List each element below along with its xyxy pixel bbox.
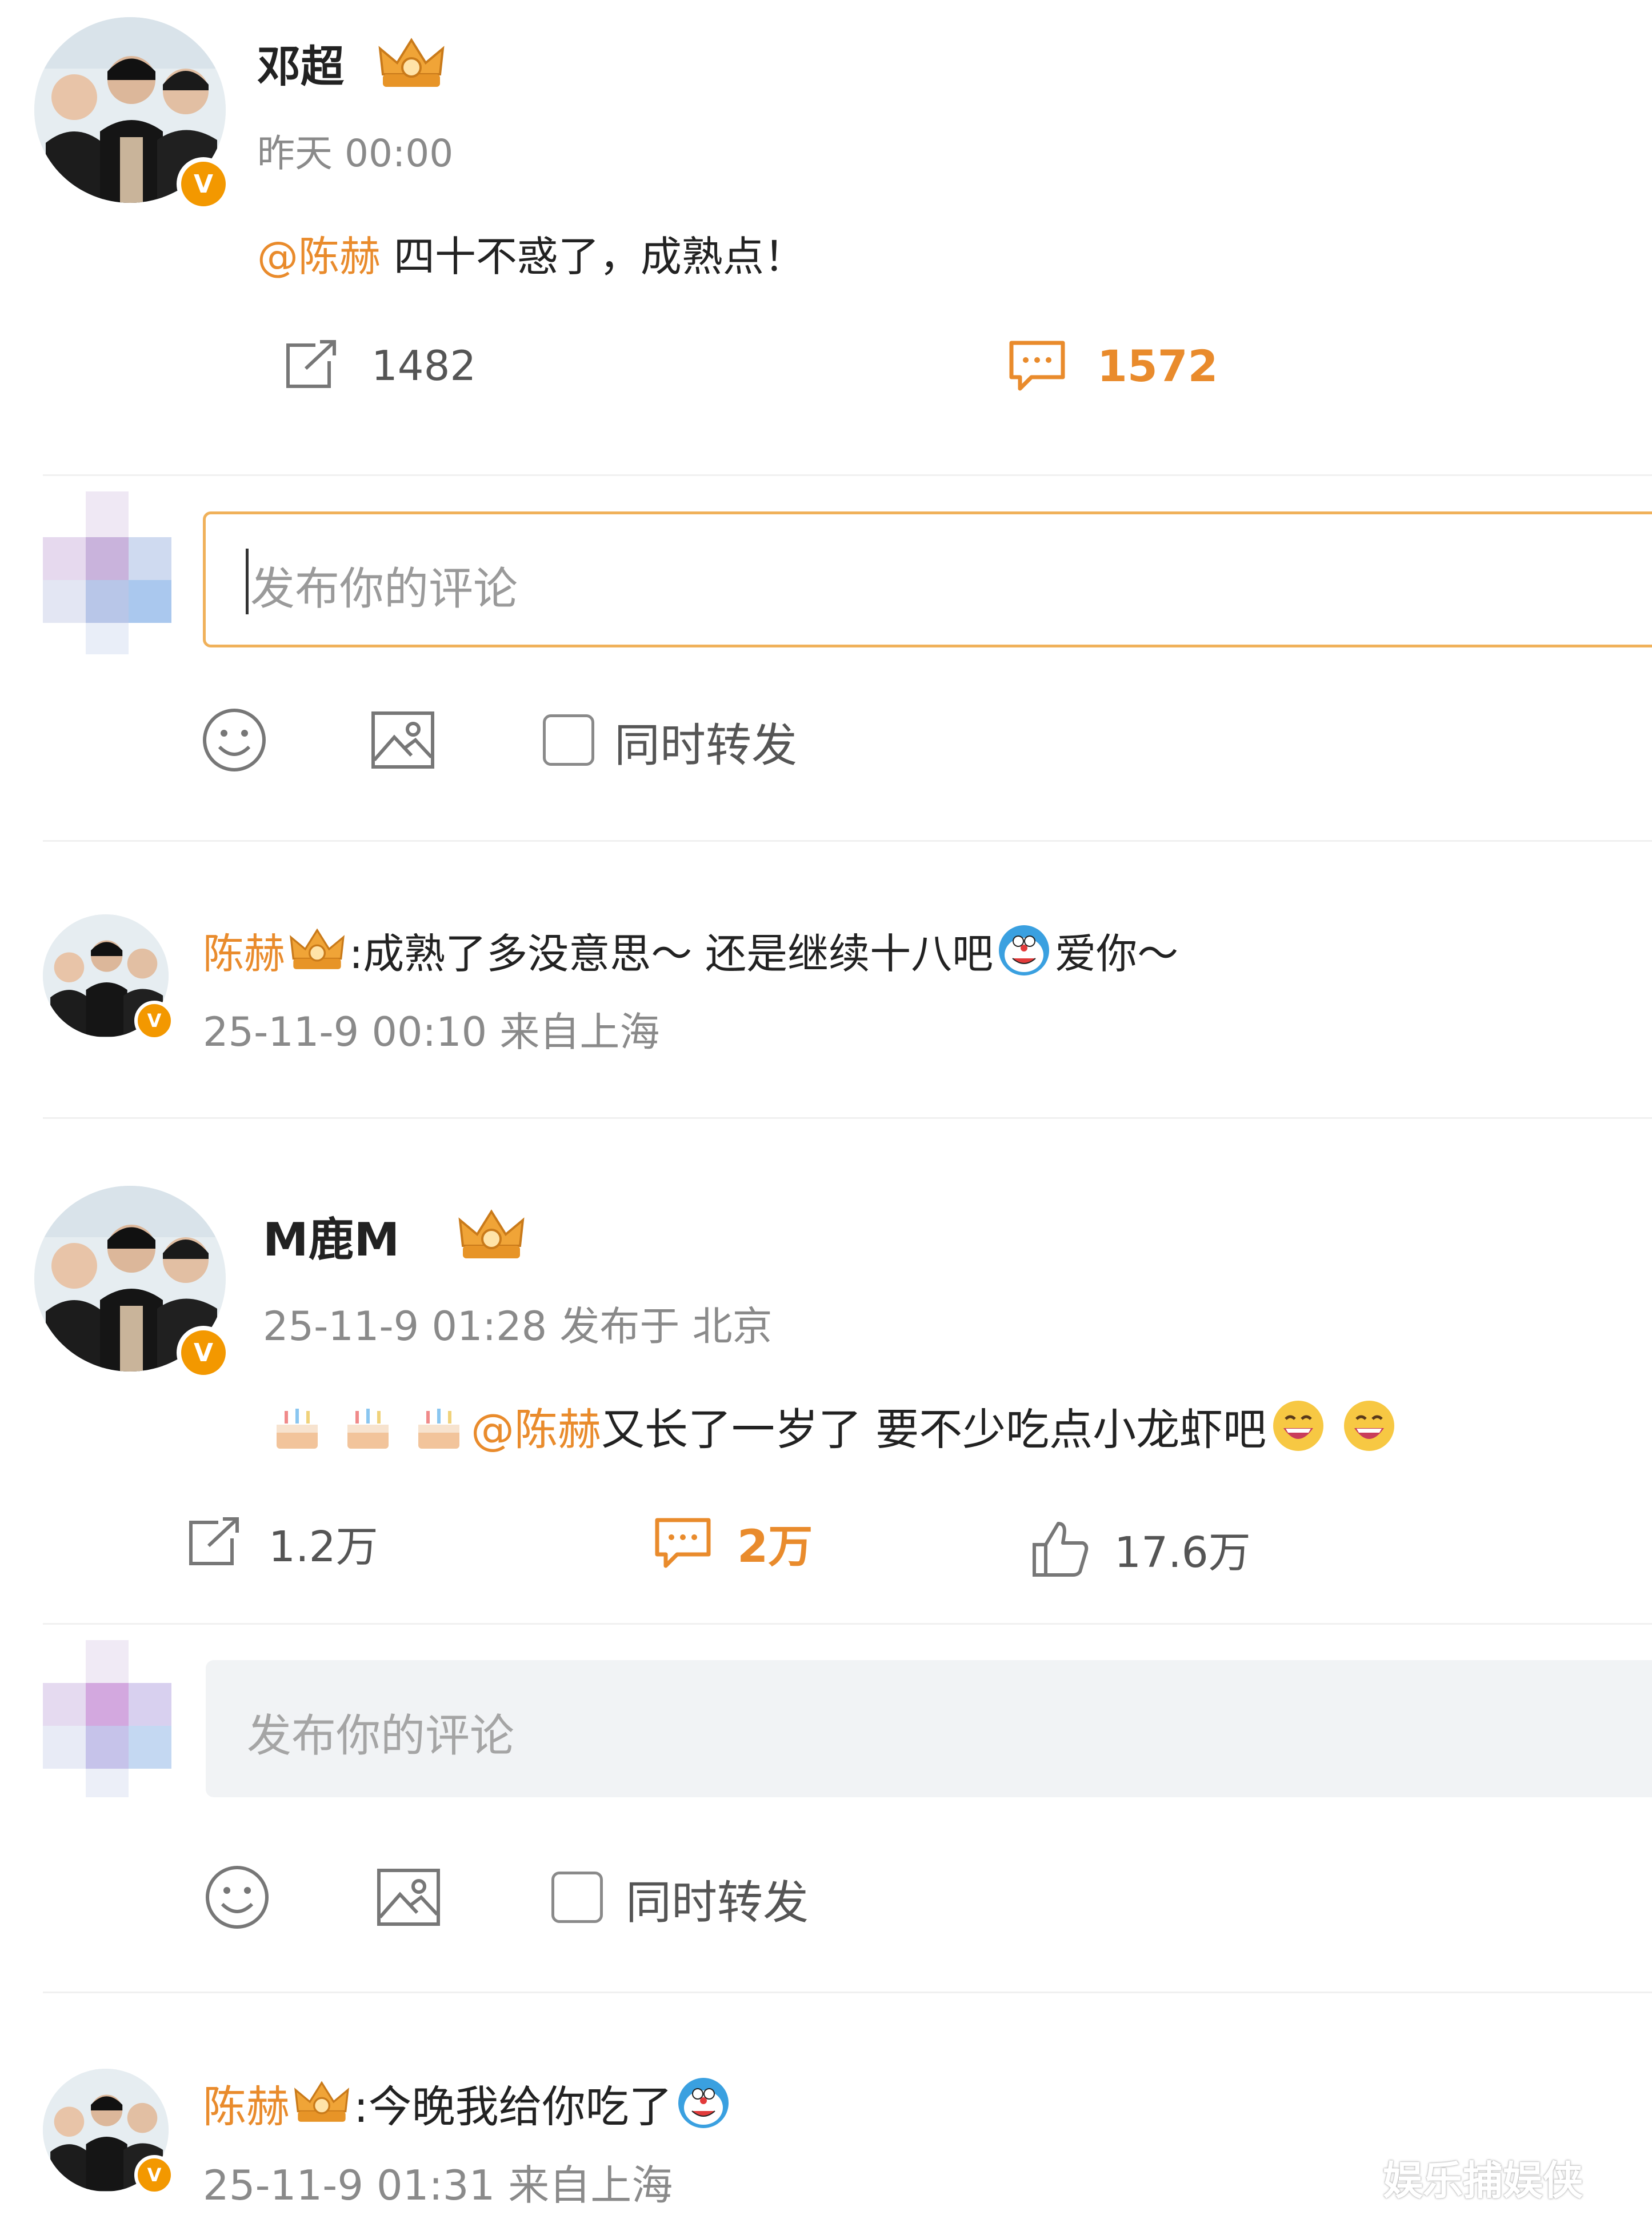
divider	[43, 474, 1652, 476]
reply-text: :今晚我给你吃了	[354, 2081, 673, 2132]
image-icon[interactable]	[374, 1866, 443, 1929]
reply-text-tail: 爱你～	[1055, 930, 1179, 978]
comment-content: @陈赫 又长了一岁了 要不少吃点小龙虾吧	[269, 1394, 1398, 1457]
thumbs-up-icon	[1033, 1521, 1089, 1577]
user-avatar-blurred	[43, 1640, 186, 1797]
input-cursor	[246, 549, 249, 614]
reply-avatar[interactable]: V	[43, 2069, 174, 2195]
crown-icon	[378, 38, 445, 87]
grin-emoji-icon	[1344, 1401, 1395, 1451]
watermark: 娱乐捕娱侠	[1383, 2157, 1583, 2204]
crown-icon	[458, 1209, 525, 1258]
like-count: 17.6万	[1114, 1528, 1251, 1577]
comment-input[interactable]: 发布你的评论	[206, 1660, 1652, 1797]
repost-button[interactable]: 1482	[280, 337, 476, 394]
post-content: @陈赫 四十不惑了，成熟点！	[257, 223, 805, 283]
doraemon-emoji-icon	[678, 2078, 729, 2128]
repost-checkbox-label: 同时转发	[614, 719, 797, 772]
reply-text: :成熟了多没意思～ 还是继续十八吧	[349, 930, 994, 978]
grin-emoji-icon	[1273, 1401, 1324, 1451]
repost-count: 1482	[371, 342, 477, 390]
repost-icon	[189, 1517, 239, 1565]
post-time: 昨天 00:00	[257, 131, 454, 175]
verified-badge-icon: V	[134, 2155, 174, 2195]
comment-button[interactable]: 1572	[1006, 337, 1218, 394]
user-avatar-blurred	[43, 491, 171, 654]
post-author-name[interactable]: 邓超	[257, 31, 344, 94]
comment-icon	[1009, 341, 1065, 391]
comment-input-placeholder: 发布你的评论	[250, 563, 518, 615]
comment-button[interactable]: 2万	[651, 1512, 813, 1574]
repost-checkbox-label: 同时转发	[626, 1876, 809, 1929]
reply-content: 陈赫 :成熟了多没意思～ 还是继续十八吧 爱你～	[203, 920, 1178, 980]
mention-link[interactable]: @陈赫	[471, 1394, 601, 1457]
repost-icon	[286, 340, 336, 388]
divider	[43, 1992, 1652, 1993]
repost-checkbox[interactable]	[551, 1872, 603, 1923]
author-avatar[interactable]: V	[34, 17, 230, 211]
emoji-icon[interactable]	[203, 1863, 271, 1932]
crown-icon	[294, 2081, 349, 2122]
reply-meta: 25-11-9 01:31 来自上海	[203, 2161, 673, 2209]
post-text: 四十不惑了，成熟点！	[381, 233, 805, 281]
image-icon[interactable]	[369, 709, 437, 771]
repost-checkbox[interactable]	[543, 714, 594, 766]
commenter-name[interactable]: M鹿M	[263, 1203, 399, 1269]
like-button[interactable]: 17.6万	[1029, 1517, 1251, 1580]
commenter-avatar[interactable]: V	[34, 1186, 230, 1380]
comment-count: 2万	[737, 1521, 813, 1573]
reply-avatar[interactable]: V	[43, 914, 174, 1041]
cake-emoji-icon	[347, 1409, 389, 1449]
reply-meta: 25-11-9 00:10 来自上海	[203, 1009, 660, 1055]
crown-icon	[290, 927, 345, 969]
verified-badge-icon: V	[177, 157, 230, 211]
comment-meta: 25-11-9 01:28 发布于 北京	[263, 1303, 773, 1350]
emoji-icon[interactable]	[200, 706, 269, 774]
comment-input-placeholder: 发布你的评论	[247, 1710, 515, 1762]
cake-emoji-icon	[277, 1409, 318, 1449]
reply-author[interactable]: 陈赫	[203, 920, 285, 980]
repost-button[interactable]: 1.2万	[183, 1512, 378, 1574]
comment-icon	[655, 1518, 711, 1568]
repost-count: 1.2万	[269, 1522, 378, 1572]
reply-author[interactable]: 陈赫	[203, 2072, 290, 2134]
verified-badge-icon: V	[177, 1326, 230, 1380]
comment-count: 1572	[1097, 340, 1218, 391]
cake-emoji-icon	[418, 1409, 459, 1449]
doraemon-emoji-icon	[999, 925, 1050, 975]
mention-link[interactable]: @陈赫	[257, 233, 381, 281]
divider	[43, 1623, 1652, 1625]
divider	[43, 1117, 1652, 1119]
comment-input[interactable]: 发布你的评论	[203, 511, 1652, 647]
divider	[43, 840, 1652, 842]
comment-text: 又长了一岁了 要不少吃点小龙虾吧	[601, 1404, 1267, 1455]
verified-badge-icon: V	[134, 1001, 174, 1041]
reply-content: 陈赫 :今晚我给你吃了	[203, 2072, 732, 2134]
